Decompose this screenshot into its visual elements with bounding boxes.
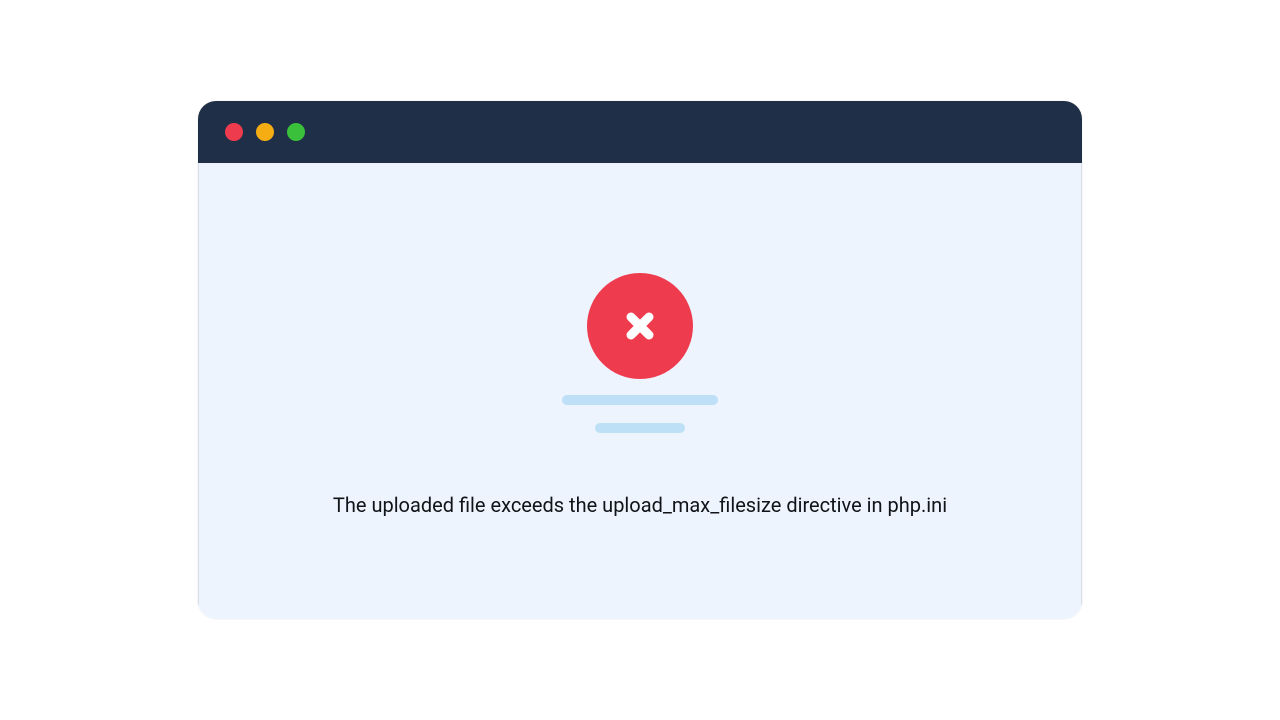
maximize-icon[interactable]: [287, 123, 305, 141]
close-icon[interactable]: [225, 123, 243, 141]
error-message: The uploaded file exceeds the upload_max…: [333, 493, 947, 517]
placeholder-bars: [562, 395, 718, 433]
error-icon: [587, 273, 693, 379]
window-titlebar: [198, 101, 1082, 163]
content-area: The uploaded file exceeds the upload_max…: [198, 163, 1082, 619]
placeholder-bar-long: [562, 395, 718, 405]
placeholder-bar-short: [595, 423, 685, 433]
x-icon: [620, 306, 660, 346]
browser-window: The uploaded file exceeds the upload_max…: [198, 101, 1082, 619]
minimize-icon[interactable]: [256, 123, 274, 141]
